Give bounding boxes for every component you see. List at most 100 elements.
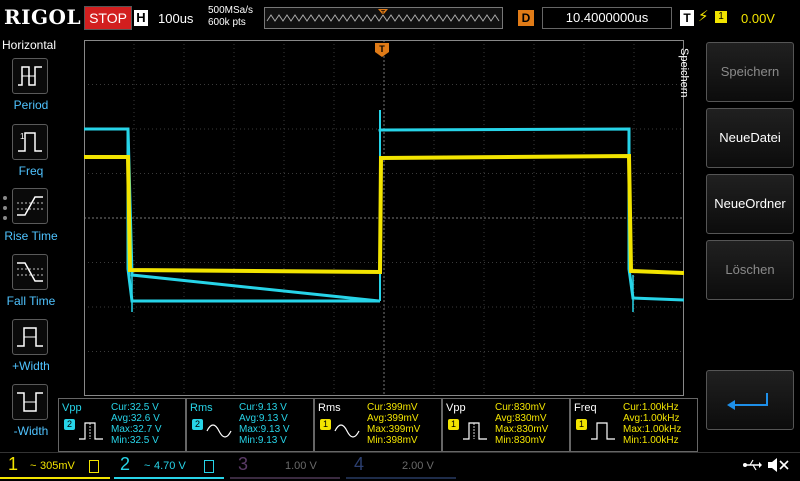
svg-text:1: 1	[20, 132, 25, 141]
fall-time-icon	[17, 262, 43, 282]
measurement-cur: Cur:830mV	[495, 402, 546, 413]
run-stop-button[interactable]: STOP	[84, 6, 132, 30]
fall-time-label: Fall Time	[6, 294, 56, 308]
ch3-number: 3	[238, 454, 249, 474]
measurement-max: Max:32.7 V	[111, 424, 162, 435]
rms-icon	[206, 424, 232, 438]
measurement-cur: Cur:1.00kHz	[623, 402, 679, 413]
new-file-button[interactable]: NeueDatei	[706, 108, 794, 168]
measurement-avg: Avg:9.13 V	[239, 413, 288, 424]
measurement-name: Rms	[190, 402, 213, 414]
channel-badge: 2	[64, 419, 75, 430]
measurement-vpp-ch1[interactable]: Vpp 1 Cur:830mV Avg:830mV Max:830mV Min:…	[442, 398, 570, 452]
ch2-number: 2	[120, 454, 131, 474]
ch3-scale: 1.00 V	[285, 460, 317, 472]
delay-badge: D	[518, 10, 534, 26]
trigger-badge: T	[680, 10, 694, 26]
measurement-cur: Cur:32.5 V	[111, 402, 159, 413]
horizontal-delay-value[interactable]: 10.4000000us	[542, 7, 672, 29]
measurement-cur: Cur:399mV	[367, 402, 418, 413]
ch2-impedance-icon	[204, 460, 214, 473]
measurement-max: Max:9.13 V	[239, 424, 290, 435]
horizontal-badge: H	[134, 10, 148, 26]
trigger-source: 1	[715, 11, 727, 23]
speaker-muted-icon[interactable]	[766, 456, 792, 474]
period-label: Period	[13, 98, 49, 112]
measurement-rms-ch1[interactable]: Rms 1 Cur:399mV Avg:399mV Max:399mV Min:…	[314, 398, 442, 452]
fall-time-button[interactable]	[12, 254, 48, 290]
svg-text:T: T	[381, 10, 386, 17]
measurement-vpp-ch2[interactable]: Vpp 2 Cur:32.5 V Avg:32.6 V Max:32.7 V M…	[58, 398, 186, 452]
trigger-position-marker: T	[375, 43, 389, 57]
menu-title: Speichern	[678, 48, 690, 98]
rise-time-icon	[17, 196, 43, 216]
freq-button[interactable]: 1	[12, 124, 48, 160]
period-icon	[18, 66, 42, 86]
measurement-freq-ch1[interactable]: Freq 1 Cur:1.00kHz Avg:1.00kHz Max:1.00k…	[570, 398, 698, 452]
pos-width-label: +Width	[12, 359, 50, 373]
waveform-display[interactable]: T 1 T	[84, 40, 684, 396]
measurement-min: Min:1.00kHz	[623, 435, 679, 446]
ch1-number: 1	[8, 454, 19, 474]
rise-time-button[interactable]	[12, 188, 48, 224]
measurement-max: Max:1.00kHz	[623, 424, 682, 435]
neg-width-icon	[17, 392, 43, 412]
memory-waveform-icon: T	[266, 9, 500, 22]
rising-edge-icon: ⚡	[698, 8, 709, 25]
ch1-impedance-icon	[89, 460, 99, 473]
measurement-name: Freq	[574, 402, 597, 414]
ch2-coupling: ~	[144, 460, 151, 472]
ch2-scale: 4.70 V	[154, 460, 186, 472]
channel-badge: 2	[192, 419, 203, 430]
ch4-number: 4	[354, 454, 365, 474]
ch4-scale: 2.00 V	[402, 460, 434, 472]
period-button[interactable]	[12, 58, 48, 94]
neg-width-button[interactable]	[12, 384, 48, 420]
channel-badge: 1	[320, 419, 331, 430]
measurement-quick-panel: Horizontal Period 1 Freq Rise Time Fall …	[0, 36, 62, 450]
measurement-name: Vpp	[446, 402, 466, 414]
back-button[interactable]	[706, 370, 794, 430]
panel-title: Horizontal	[2, 38, 57, 52]
pos-width-button[interactable]	[12, 319, 48, 355]
memory-overview-strip[interactable]: T	[264, 7, 503, 29]
vpp-icon	[79, 422, 103, 440]
measurement-max: Max:830mV	[495, 424, 549, 435]
measurement-min: Min:9.13 V	[239, 435, 287, 446]
measurement-name: Rms	[318, 402, 341, 414]
save-button[interactable]: Speichern	[706, 42, 794, 102]
measurement-min: Min:398mV	[367, 435, 418, 446]
usb-icon	[743, 459, 762, 471]
measurement-max: Max:399mV	[367, 424, 421, 435]
sample-rate: 500MSa/s	[208, 5, 254, 16]
channel-badge: 1	[448, 419, 459, 430]
return-arrow-icon	[727, 393, 768, 410]
measurement-cur: Cur:9.13 V	[239, 402, 287, 413]
neg-width-label: -Width	[13, 424, 49, 438]
memory-depth: 600k pts	[208, 17, 246, 28]
measurement-name: Vpp	[62, 402, 82, 414]
ch1-coupling: ~	[30, 460, 37, 472]
measurement-avg: Avg:32.6 V	[111, 413, 160, 424]
pos-width-icon	[17, 327, 43, 347]
timebase-value[interactable]: 100us	[158, 11, 193, 26]
measurement-avg: Avg:830mV	[495, 413, 547, 424]
measurement-avg: Avg:1.00kHz	[623, 413, 680, 424]
ch1-scale: 305mV	[40, 460, 75, 472]
freq-icon	[591, 422, 615, 440]
measurement-min: Min:32.5 V	[111, 435, 159, 446]
trigger-level[interactable]: 0.00V	[741, 11, 775, 26]
channel-badge: 1	[576, 419, 587, 430]
rms-icon	[334, 424, 360, 438]
new-folder-button[interactable]: NeueOrdner	[706, 174, 794, 234]
measurement-avg: Avg:399mV	[367, 413, 419, 424]
measurement-rms-ch2[interactable]: Rms 2 Cur:9.13 V Avg:9.13 V Max:9.13 V M…	[186, 398, 314, 452]
rise-time-label: Rise Time	[4, 229, 58, 243]
side-menu: Speichern NeueDatei NeueOrdner Löschen	[706, 40, 800, 450]
svg-text:T: T	[379, 44, 385, 54]
freq-icon: 1	[18, 132, 42, 152]
vpp-icon	[463, 422, 487, 440]
graticule-center-axes	[84, 40, 684, 396]
delete-button[interactable]: Löschen	[706, 240, 794, 300]
measurement-min: Min:830mV	[495, 435, 546, 446]
